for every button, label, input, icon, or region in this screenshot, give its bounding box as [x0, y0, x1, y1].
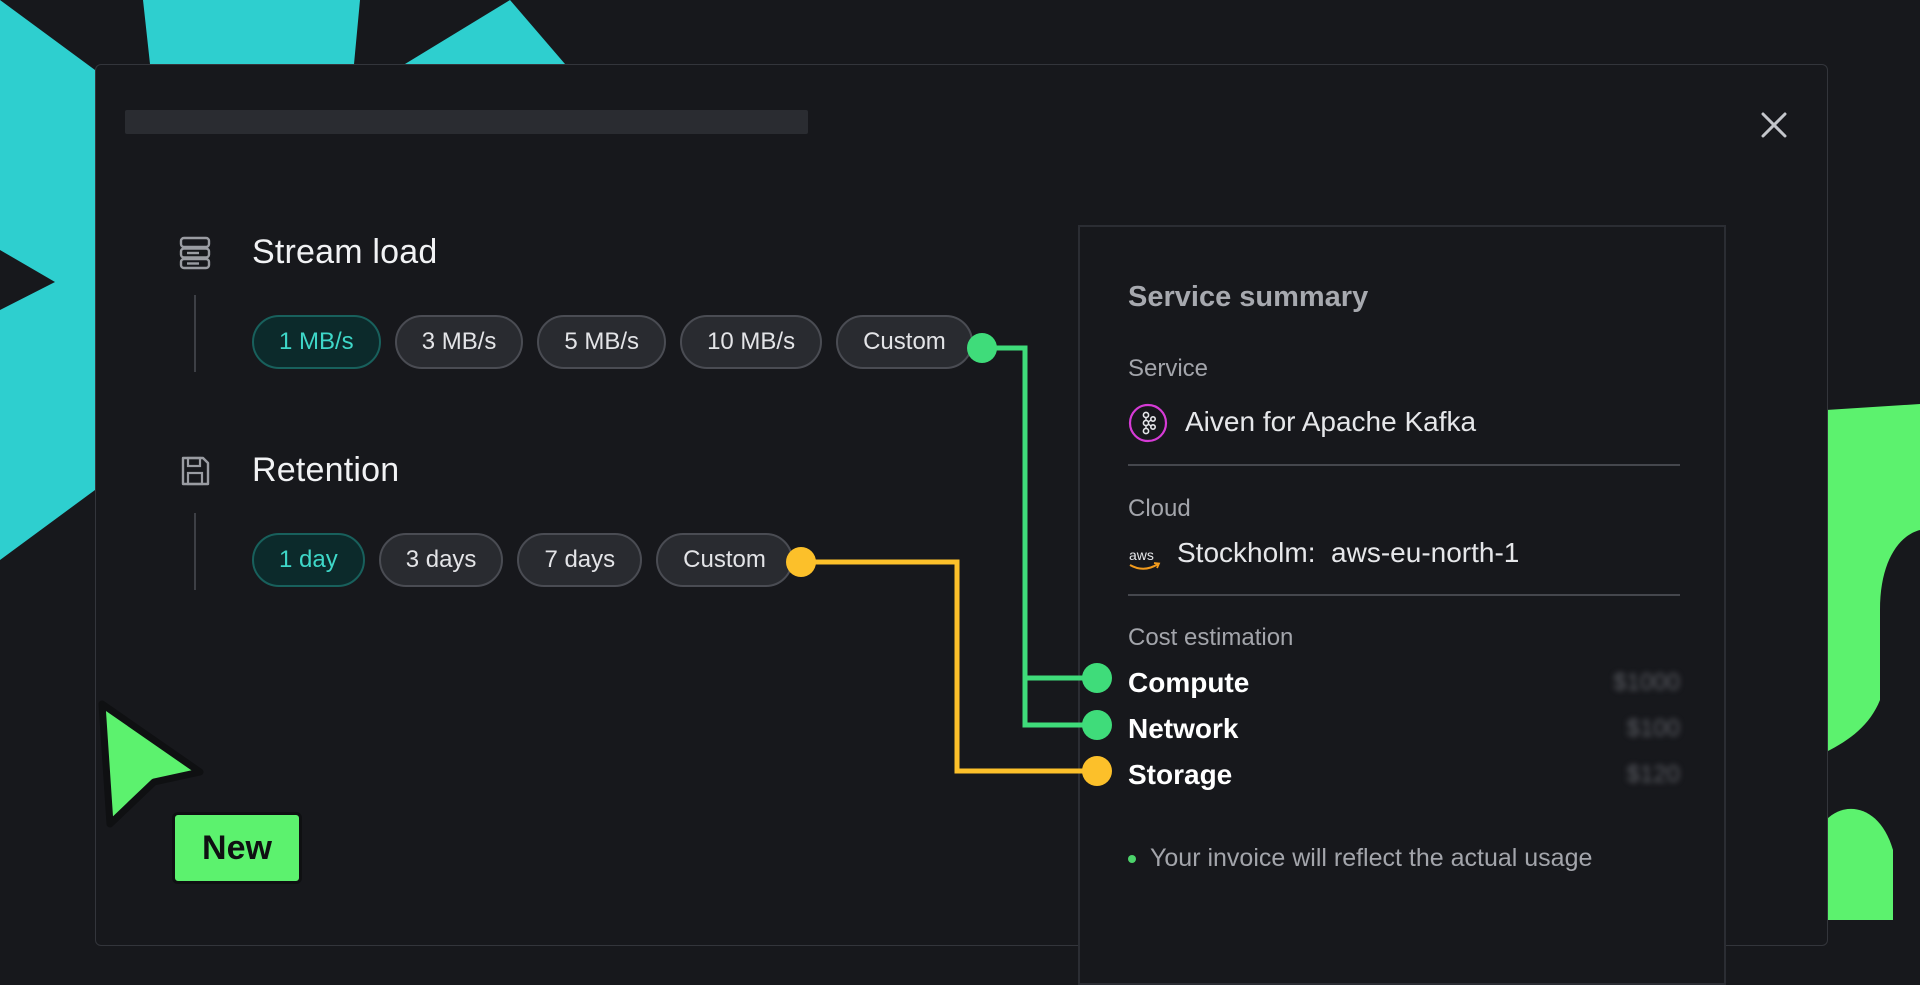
service-value: Aiven for Apache Kafka — [1185, 406, 1477, 437]
cloud-value: Stockholm: aws-eu-north-1 — [1177, 537, 1520, 568]
cost-name-compute: Compute — [1128, 667, 1250, 698]
cost-price-compute: $1000 — [1613, 669, 1680, 696]
invoice-note: Your invoice will reflect the actual usa… — [1128, 844, 1592, 873]
retention-divider — [194, 513, 196, 590]
bullet-dot — [1128, 854, 1136, 863]
new-badge: New — [172, 812, 302, 884]
cloud-divider — [1128, 594, 1680, 596]
retention-option-3days[interactable]: 3 days — [378, 533, 504, 587]
cost-price-storage: $120 — [1626, 761, 1680, 788]
retention-option-7days[interactable]: 7 days — [517, 533, 643, 587]
retention-options: 1 day 3 days 7 days Custom — [252, 533, 793, 587]
stream-load-option-10mbs[interactable]: 10 MB/s — [680, 315, 823, 369]
save-disk-icon — [181, 456, 210, 486]
cost-name-storage: Storage — [1128, 759, 1233, 790]
cost-row-storage: Storage $120 — [1128, 755, 1680, 795]
cloud-label: Cloud — [1128, 495, 1191, 522]
stream-load-option-3mbs[interactable]: 3 MB/s — [394, 315, 524, 369]
stream-load-title: Stream load — [252, 233, 438, 271]
retention-option-1day[interactable]: 1 day — [252, 533, 365, 587]
invoice-note-text: Your invoice will reflect the actual usa… — [1150, 844, 1593, 872]
cost-estimation-label: Cost estimation — [1128, 624, 1294, 651]
service-label: Service — [1128, 355, 1209, 382]
svg-text:aws: aws — [1129, 547, 1154, 563]
retention-title: Retention — [252, 451, 400, 489]
server-stack-icon — [179, 236, 211, 270]
service-summary-panel: Service summary Service Aiven for Apache… — [1078, 225, 1726, 985]
cost-name-network: Network — [1128, 713, 1239, 744]
configuration-dialog: Stream load 1 MB/s 3 MB/s 5 MB/s 10 MB/s… — [95, 64, 1828, 985]
cost-row-compute: Compute $1000 — [1128, 663, 1680, 703]
stream-load-option-custom[interactable]: Custom — [836, 315, 973, 369]
service-divider — [1128, 464, 1680, 466]
cost-price-network: $100 — [1626, 715, 1680, 742]
aws-logo-icon: aws — [1129, 547, 1161, 570]
kafka-icon — [1128, 403, 1168, 443]
retention-option-custom[interactable]: Custom — [656, 533, 793, 587]
stream-load-divider — [194, 295, 196, 372]
dialog-title-placeholder — [125, 110, 808, 134]
stream-load-options: 1 MB/s 3 MB/s 5 MB/s 10 MB/s Custom — [252, 315, 973, 369]
service-summary-title: Service summary — [1128, 281, 1369, 313]
stream-load-option-1mbs[interactable]: 1 MB/s — [252, 315, 381, 369]
cost-row-network: Network $100 — [1128, 709, 1680, 749]
close-icon[interactable] — [1752, 103, 1796, 147]
stream-load-option-5mbs[interactable]: 5 MB/s — [537, 315, 667, 369]
